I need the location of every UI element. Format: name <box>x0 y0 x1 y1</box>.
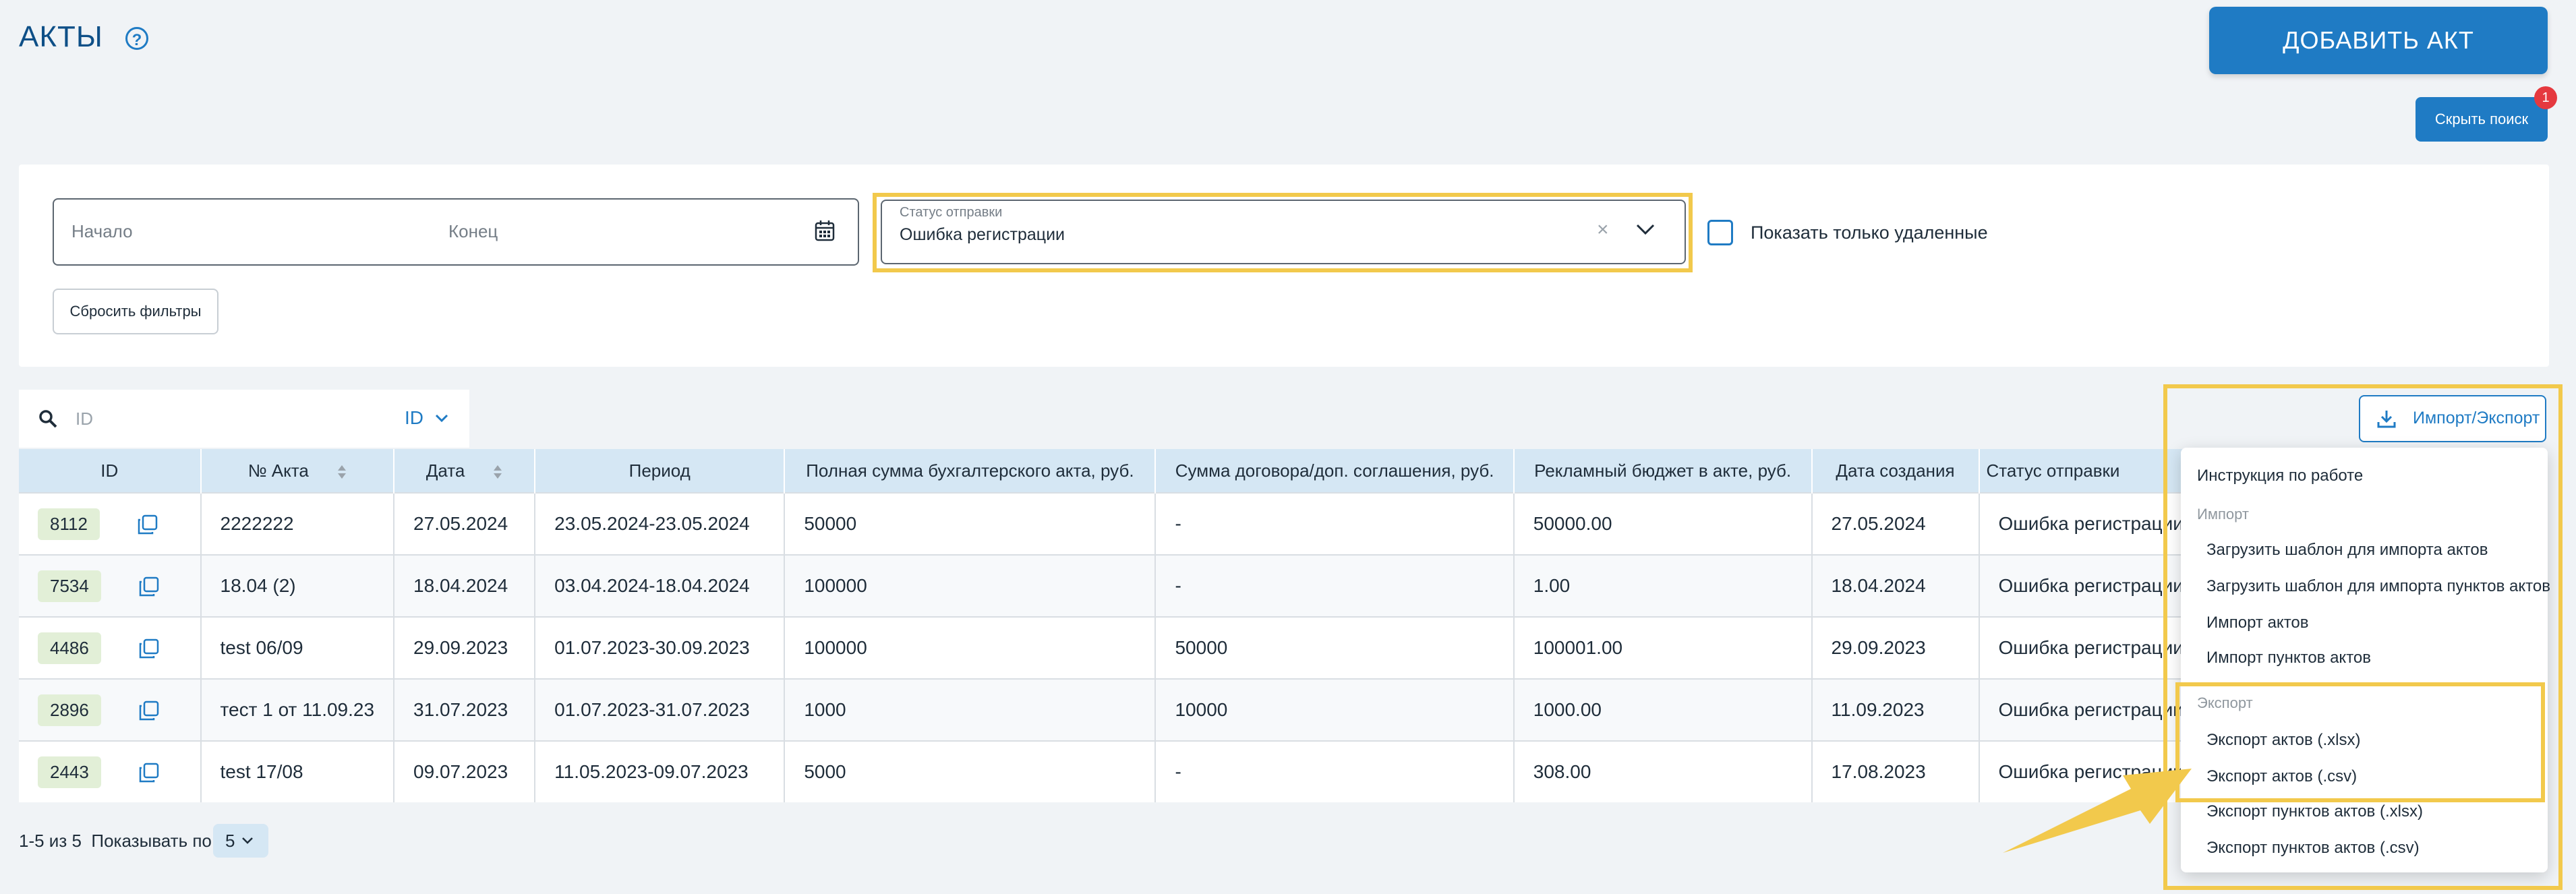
export-highlight-box <box>2175 682 2545 802</box>
page-title: АКТЫ <box>19 20 103 53</box>
cell-date: 27.05.2024 <box>394 492 536 555</box>
acts-table: ID № Акта Дата Период Полная сумма бухга… <box>19 449 2204 802</box>
chevron-down-icon[interactable] <box>241 836 254 845</box>
chevron-down-icon[interactable] <box>434 413 449 423</box>
table-row[interactable]: 8112 2222222 27.05.2024 23.05.2024-23.05… <box>19 492 2204 555</box>
copy-icon[interactable] <box>138 699 160 722</box>
cell-contract-sum: 50000 <box>1155 616 1515 679</box>
cell-budget: 100001.00 <box>1513 616 1813 679</box>
cell-contract-sum: 10000 <box>1155 678 1515 741</box>
per-page-label: Показывать по <box>91 831 212 851</box>
cell-date: 09.07.2023 <box>394 740 536 802</box>
copy-icon[interactable] <box>138 761 160 784</box>
cell-act: test 17/08 <box>200 740 395 802</box>
cell-full-sum: 100000 <box>784 616 1157 679</box>
column-header-full-sum: Полная сумма бухгалтерского акта, руб. <box>784 449 1157 493</box>
sort-icon[interactable] <box>337 465 347 479</box>
per-page-value: 5 <box>225 831 235 851</box>
cell-full-sum: 100000 <box>784 554 1157 617</box>
id-chip[interactable]: 4486 <box>38 632 101 664</box>
cell-created: 18.04.2024 <box>1811 554 1980 617</box>
date-end-input[interactable]: Конец <box>448 221 498 242</box>
cell-created: 27.05.2024 <box>1811 492 1980 555</box>
column-header-budget: Рекламный бюджет в акте, руб. <box>1513 449 1813 493</box>
help-icon[interactable]: ? <box>125 27 148 50</box>
cell-full-sum: 50000 <box>784 492 1157 555</box>
column-header-act-number[interactable]: № Акта <box>200 449 395 493</box>
cell-budget: 308.00 <box>1513 740 1813 802</box>
cell-budget: 1.00 <box>1513 554 1813 617</box>
table-row[interactable]: 2896 тест 1 от 11.09.23 31.07.2023 01.07… <box>19 678 2204 741</box>
cell-act: 18.04 (2) <box>200 554 395 617</box>
show-deleted-checkbox[interactable] <box>1707 220 1733 245</box>
column-header-contract-sum: Сумма договора/доп. соглашения, руб. <box>1155 449 1515 493</box>
column-header-created: Дата создания <box>1811 449 1980 493</box>
date-start-input[interactable]: Начало <box>71 221 133 242</box>
cell-contract-sum: - <box>1155 492 1515 555</box>
cell-created: 17.08.2023 <box>1811 740 1980 802</box>
per-page-select[interactable] <box>213 824 268 858</box>
cell-act: test 06/09 <box>200 616 395 679</box>
cell-created: 29.09.2023 <box>1811 616 1980 679</box>
import-export-highlight-box <box>2163 384 2563 890</box>
annotation-arrow <box>2003 769 2192 853</box>
show-deleted-label: Показать только удаленные <box>1751 222 1988 243</box>
pagination-range: 1-5 из 5 <box>19 831 82 851</box>
cell-full-sum: 5000 <box>784 740 1157 802</box>
search-field-select[interactable]: ID <box>405 407 423 429</box>
cell-period: 23.05.2024-23.05.2024 <box>535 492 786 555</box>
cell-contract-sum: - <box>1155 740 1515 802</box>
cell-period: 11.05.2023-09.07.2023 <box>535 740 786 802</box>
filter-count-badge: 1 <box>2534 86 2557 109</box>
cell-contract-sum: - <box>1155 554 1515 617</box>
cell-act: 2222222 <box>200 492 395 555</box>
id-chip[interactable]: 7534 <box>38 570 101 602</box>
table-row[interactable]: 4486 test 06/09 29.09.2023 01.07.2023-30… <box>19 616 2204 679</box>
id-chip[interactable]: 8112 <box>38 508 100 540</box>
cell-created: 11.09.2023 <box>1811 678 1980 741</box>
cell-period: 01.07.2023-30.09.2023 <box>535 616 786 679</box>
cell-date: 31.07.2023 <box>394 678 536 741</box>
cell-period: 03.04.2024-18.04.2024 <box>535 554 786 617</box>
copy-icon[interactable] <box>138 637 160 660</box>
reset-filters-button[interactable]: Сбросить фильтры <box>53 289 218 334</box>
cell-budget: 1000.00 <box>1513 678 1813 741</box>
search-icon <box>39 410 57 428</box>
copy-icon[interactable] <box>136 513 159 536</box>
search-input[interactable] <box>74 405 360 433</box>
calendar-icon[interactable] <box>815 220 835 241</box>
cell-budget: 50000.00 <box>1513 492 1813 555</box>
sort-icon[interactable] <box>493 465 502 479</box>
id-chip[interactable]: 2443 <box>38 756 101 788</box>
add-act-button[interactable]: ДОБАВИТЬ АКТ <box>2209 7 2548 74</box>
table-row[interactable]: 2443 test 17/08 09.07.2023 11.05.2023-09… <box>19 740 2204 802</box>
table-row[interactable]: 7534 18.04 (2) 18.04.2024 03.04.2024-18.… <box>19 554 2204 617</box>
table-header-row: ID № Акта Дата Период Полная сумма бухга… <box>19 449 2204 493</box>
copy-icon[interactable] <box>138 575 160 598</box>
column-header-id[interactable]: ID <box>19 449 202 493</box>
cell-date: 18.04.2024 <box>394 554 536 617</box>
cell-date: 29.09.2023 <box>394 616 536 679</box>
cell-full-sum: 1000 <box>784 678 1157 741</box>
id-chip[interactable]: 2896 <box>38 694 101 726</box>
status-highlight-box <box>873 193 1693 272</box>
cell-act: тест 1 от 11.09.23 <box>200 678 395 741</box>
column-header-date[interactable]: Дата <box>394 449 536 493</box>
hide-search-button[interactable]: Скрыть поиск <box>2416 97 2548 142</box>
pagination-info: 1-5 из 5 Показывать по <box>19 831 212 852</box>
column-header-period: Период <box>535 449 786 493</box>
cell-period: 01.07.2023-31.07.2023 <box>535 678 786 741</box>
